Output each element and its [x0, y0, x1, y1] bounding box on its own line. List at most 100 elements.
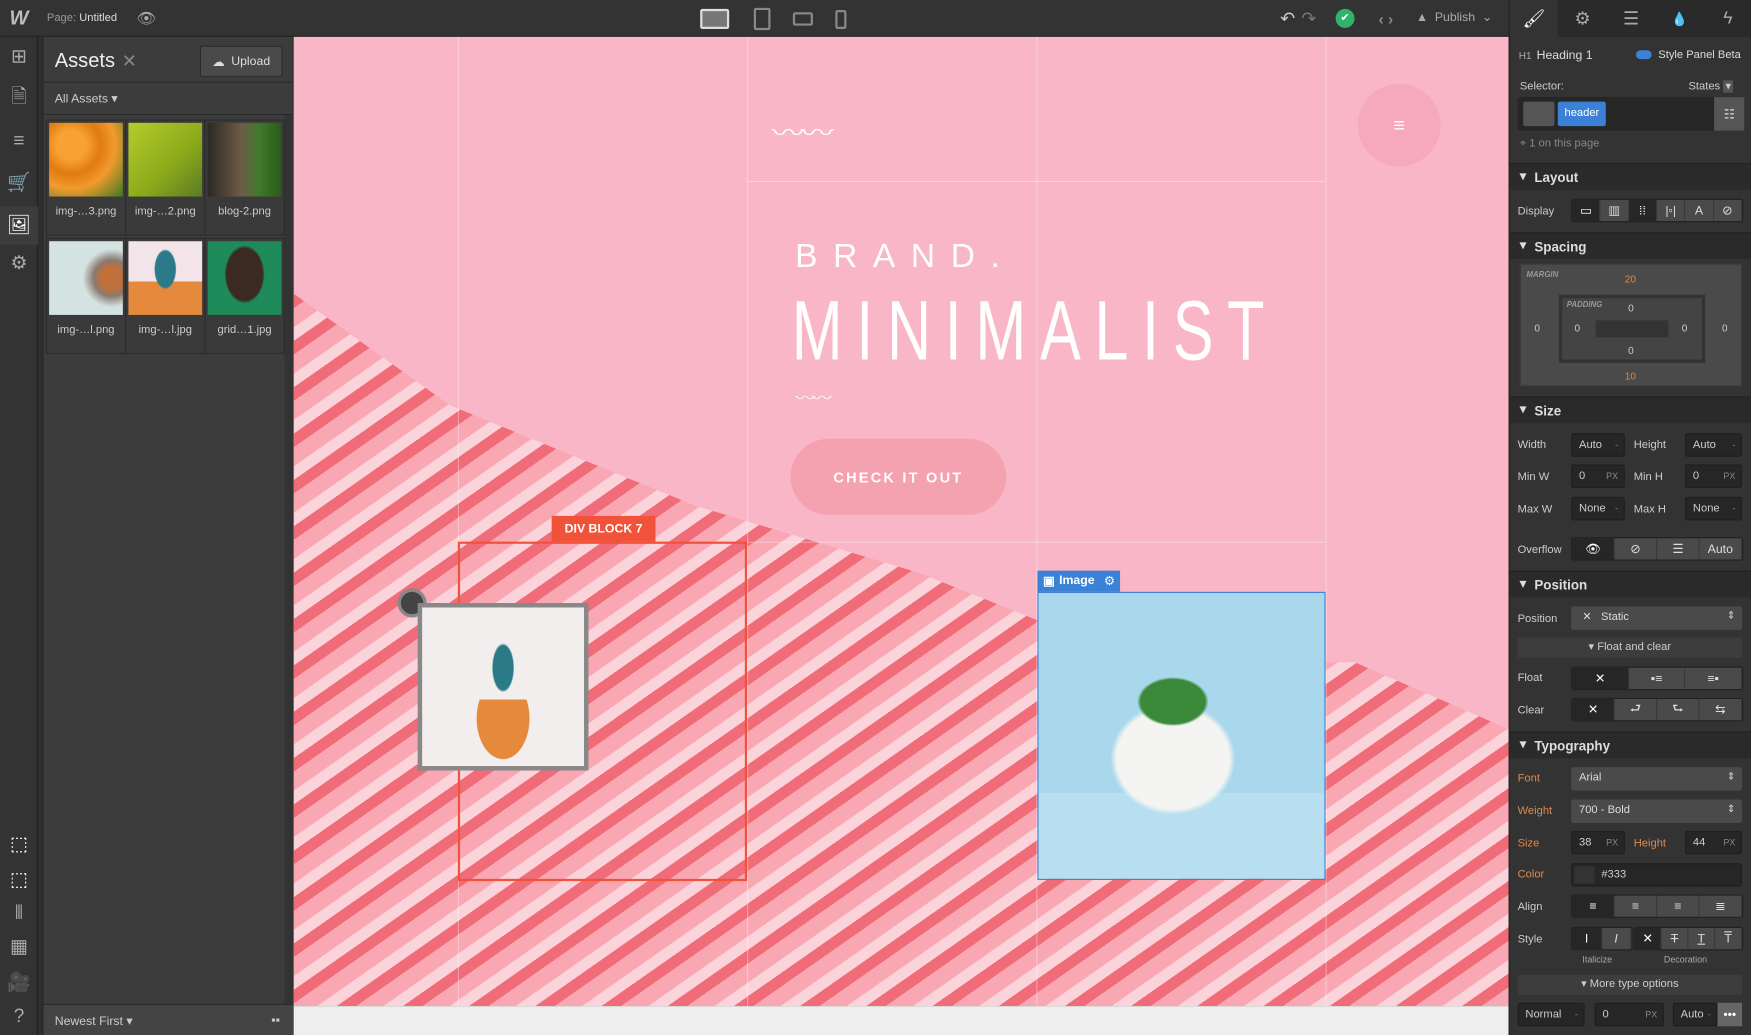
asset-item[interactable]: img-…2.png [125, 119, 206, 236]
strikethrough-icon[interactable]: T [1661, 927, 1689, 950]
succulent-image-selected[interactable] [1037, 591, 1326, 880]
display-inline-block-icon[interactable]: |▫| [1657, 199, 1686, 222]
webflow-logo[interactable]: W [0, 0, 38, 37]
clear-both-icon[interactable]: ⇆ [1699, 699, 1743, 721]
underline-icon[interactable]: T [1688, 927, 1716, 950]
align-justify-icon[interactable]: ≣ [1699, 895, 1743, 917]
height-input[interactable]: Auto - [1685, 433, 1743, 457]
show-edges-icon[interactable]: ⬚ [0, 863, 38, 897]
tablet-view-icon[interactable] [753, 7, 771, 31]
align-center-icon[interactable]: ≡ [1614, 895, 1658, 917]
margin-left-value[interactable]: 0 [1534, 323, 1540, 334]
more-type-options-toggle[interactable]: ▾ More type options [1517, 974, 1743, 995]
display-block-icon[interactable]: ▭ [1572, 199, 1601, 222]
asset-item[interactable]: img-…3.png [45, 119, 127, 236]
display-flex-icon[interactable]: ▥ [1600, 199, 1629, 222]
padding-box[interactable]: PADDING 0 0 0 0 [1558, 294, 1706, 363]
dragged-cactus-image[interactable] [417, 603, 589, 771]
min-width-input[interactable]: 0 PX [1571, 464, 1625, 488]
preview-eye-icon[interactable]: 👁 [132, 0, 161, 37]
code-export-icon[interactable]: ‹ › [1374, 0, 1399, 37]
padding-right-value[interactable]: 0 [1682, 323, 1688, 334]
mobile-landscape-icon[interactable] [792, 12, 813, 26]
swatches-drops-icon[interactable]: 💧 [1655, 0, 1703, 37]
float-none-icon[interactable]: ✕ [1572, 667, 1629, 690]
typography-section-header[interactable]: Typography [1509, 731, 1751, 759]
assets-icon[interactable]: 🖼 [0, 206, 38, 245]
brand-wave-logo[interactable]: 〰〰 [772, 116, 835, 145]
overline-icon[interactable]: T [1715, 927, 1743, 950]
max-height-input[interactable]: None - [1685, 496, 1743, 521]
clear-right-icon[interactable]: ⮑ [1657, 699, 1700, 721]
brand-text[interactable]: BRAND. [795, 238, 1015, 276]
class-chip-header[interactable]: header [1557, 101, 1606, 127]
letter-spacing-select[interactable]: Normal - [1517, 1002, 1585, 1027]
selector-menu-icon[interactable]: ☷ [1714, 97, 1745, 131]
guides-icon[interactable]: ⦀ [0, 897, 38, 931]
margin-top-value[interactable]: 20 [1625, 274, 1636, 285]
color-input[interactable]: #333 [1571, 863, 1743, 887]
text-indent-input[interactable]: 0 PX [1594, 1002, 1664, 1027]
undo-icon[interactable]: ↶ [1276, 0, 1298, 37]
overflow-visible-eye-icon[interactable]: 👁 [1572, 538, 1615, 560]
display-inline-icon[interactable]: A [1685, 199, 1714, 222]
padding-top-value[interactable]: 0 [1628, 303, 1634, 314]
font-size-input[interactable]: 38 PX [1571, 830, 1625, 855]
align-right-icon[interactable]: ≡ [1657, 895, 1700, 917]
grid-view-icon[interactable]: ▪▪ [271, 1014, 280, 1027]
margin-bottom-value[interactable]: 10 [1625, 371, 1636, 382]
weight-select[interactable]: 700 - Bold [1571, 799, 1743, 824]
color-swatch[interactable] [1574, 866, 1595, 884]
upload-button[interactable]: ☁ Upload [199, 45, 283, 78]
margin-box[interactable]: MARGIN 20 10 0 0 PADDING 0 0 0 0 [1519, 263, 1743, 387]
float-left-icon[interactable]: ▪≡ [1628, 667, 1686, 690]
overflow-auto-button[interactable]: Auto [1699, 538, 1743, 560]
float-and-clear-toggle[interactable]: ▾ Float and clear [1517, 637, 1743, 658]
size-section-header[interactable]: Size [1509, 396, 1751, 424]
ecommerce-cart-icon[interactable]: 🛒 [0, 166, 38, 200]
italic-on-icon[interactable]: I [1601, 927, 1632, 950]
font-select[interactable]: Arial [1571, 767, 1743, 791]
style-panel-beta-toggle[interactable] [1635, 50, 1652, 60]
states-dropdown[interactable]: States ▾ [1688, 80, 1734, 93]
assets-scrollbar[interactable] [284, 115, 294, 1006]
image-settings-icon[interactable]: ⚙ [1098, 570, 1121, 592]
padding-left-value[interactable]: 0 [1575, 323, 1581, 334]
width-input[interactable]: Auto - [1571, 433, 1625, 457]
overflow-scroll-icon[interactable]: ☰ [1657, 538, 1700, 560]
page-selector[interactable]: Page: Untitled [47, 12, 117, 24]
min-height-input[interactable]: 0 PX [1685, 464, 1743, 488]
line-height-input[interactable]: 44 PX [1685, 830, 1743, 855]
spacing-section-header[interactable]: Spacing [1509, 232, 1751, 260]
asset-item[interactable]: blog-2.png [204, 119, 285, 236]
margin-right-value[interactable]: 0 [1722, 323, 1728, 334]
display-none-icon[interactable]: ⊘ [1713, 199, 1743, 222]
decoration-none-icon[interactable]: ✕ [1634, 927, 1662, 950]
asset-item[interactable]: img-…l.png [45, 237, 127, 354]
xray-icon[interactable]: ▦ [0, 930, 38, 964]
style-brush-icon[interactable]: 🖌 [1509, 0, 1559, 37]
select-element-icon[interactable]: ⬚ [0, 827, 38, 861]
padding-bottom-value[interactable]: 0 [1628, 345, 1634, 356]
design-canvas[interactable]: 〰〰 ≡ BRAND. MINIMALIST 〰〰 CHECK IT OUT D… [293, 36, 1509, 1007]
layout-section-header[interactable]: Layout [1509, 163, 1751, 190]
settings-gear-icon[interactable]: ⚙ [1558, 0, 1606, 37]
max-width-input[interactable]: None - [1571, 496, 1625, 521]
italic-off-icon[interactable]: I [1572, 927, 1602, 950]
position-select[interactable]: ✕ Static [1571, 606, 1743, 630]
help-icon[interactable]: ? [0, 999, 38, 1033]
desktop-view-icon[interactable] [700, 8, 730, 30]
pages-icon[interactable]: 🗎 [0, 82, 38, 116]
close-icon[interactable]: ✕ [122, 50, 137, 72]
hamburger-menu-icon[interactable]: ≡ [1357, 83, 1441, 167]
columns-select[interactable]: Auto - [1672, 1002, 1718, 1027]
navigator-icon[interactable]: ☰ [1607, 0, 1655, 37]
headline[interactable]: MINIMALIST [792, 283, 1278, 380]
sort-dropdown[interactable]: Newest First ▾ [43, 1003, 294, 1035]
video-tutorials-icon[interactable]: 🎥 [0, 966, 38, 1000]
publish-button[interactable]: ▲ Publish ⌄ [1416, 10, 1492, 25]
cms-database-icon[interactable]: ≡ [0, 124, 38, 158]
asset-filter-dropdown[interactable]: All Assets ▾ [43, 81, 294, 116]
overflow-hidden-icon[interactable]: ⊘ [1614, 538, 1658, 560]
mobile-portrait-icon[interactable] [835, 10, 847, 30]
